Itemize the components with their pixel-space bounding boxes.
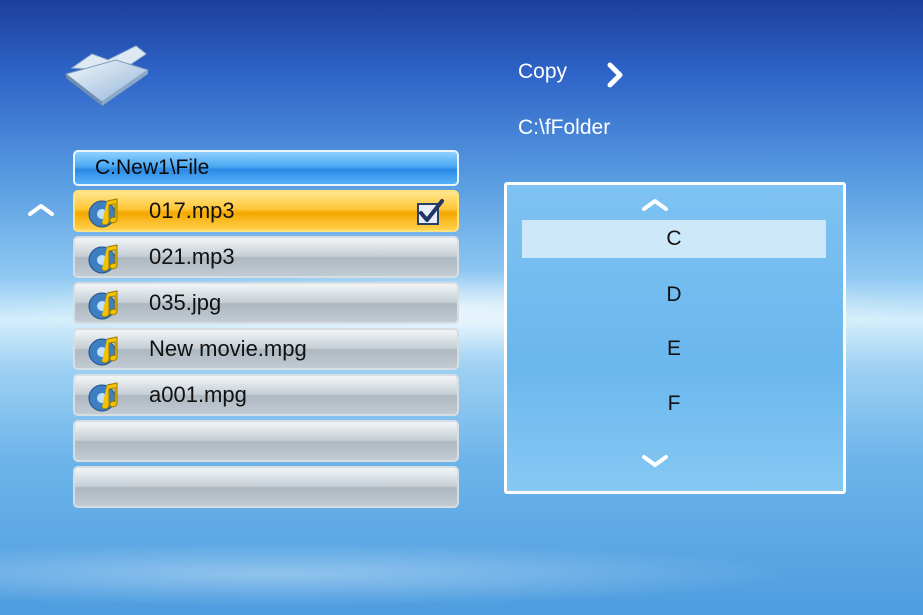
scroll-down-icon[interactable] xyxy=(642,453,668,469)
drive-item-e[interactable]: E xyxy=(522,330,826,368)
file-row-empty xyxy=(73,466,459,508)
file-row[interactable]: a001.mpg xyxy=(73,374,459,416)
background-highlight-lower xyxy=(0,520,923,610)
file-row[interactable]: New movie.mpg xyxy=(73,328,459,370)
destination-path: C:\fFolder xyxy=(518,116,611,139)
file-name: 017.mp3 xyxy=(149,198,235,223)
music-disc-icon xyxy=(88,336,118,366)
file-name: 035.jpg xyxy=(149,290,222,315)
file-name: New movie.mpg xyxy=(149,336,307,361)
chevron-right-icon[interactable] xyxy=(606,62,624,88)
scroll-up-icon[interactable] xyxy=(28,202,54,218)
file-row[interactable]: 021.mp3 xyxy=(73,236,459,278)
file-row[interactable]: 035.jpg xyxy=(73,282,459,324)
current-path: C:New1\File xyxy=(73,150,459,186)
file-name: a001.mpg xyxy=(149,382,247,407)
drive-item-f[interactable]: F xyxy=(522,385,826,423)
drive-item-c[interactable]: C xyxy=(522,220,826,258)
music-disc-icon xyxy=(88,290,118,320)
folder-icon xyxy=(64,45,150,106)
file-name: 021.mp3 xyxy=(149,244,235,269)
checkbox-checked-icon[interactable] xyxy=(415,198,445,226)
music-disc-icon xyxy=(88,198,118,228)
scroll-up-icon[interactable] xyxy=(642,197,668,213)
action-label: Copy xyxy=(518,60,568,83)
file-row-empty xyxy=(73,420,459,462)
file-list: C:New1\File 017.mp3 021.mp3 035.jpg New … xyxy=(73,150,459,512)
music-disc-icon xyxy=(88,382,118,412)
music-disc-icon xyxy=(88,244,118,274)
drive-item-d[interactable]: D xyxy=(522,276,826,314)
file-row[interactable]: 017.mp3 xyxy=(73,190,459,232)
drive-selector: C D E F xyxy=(504,182,846,494)
